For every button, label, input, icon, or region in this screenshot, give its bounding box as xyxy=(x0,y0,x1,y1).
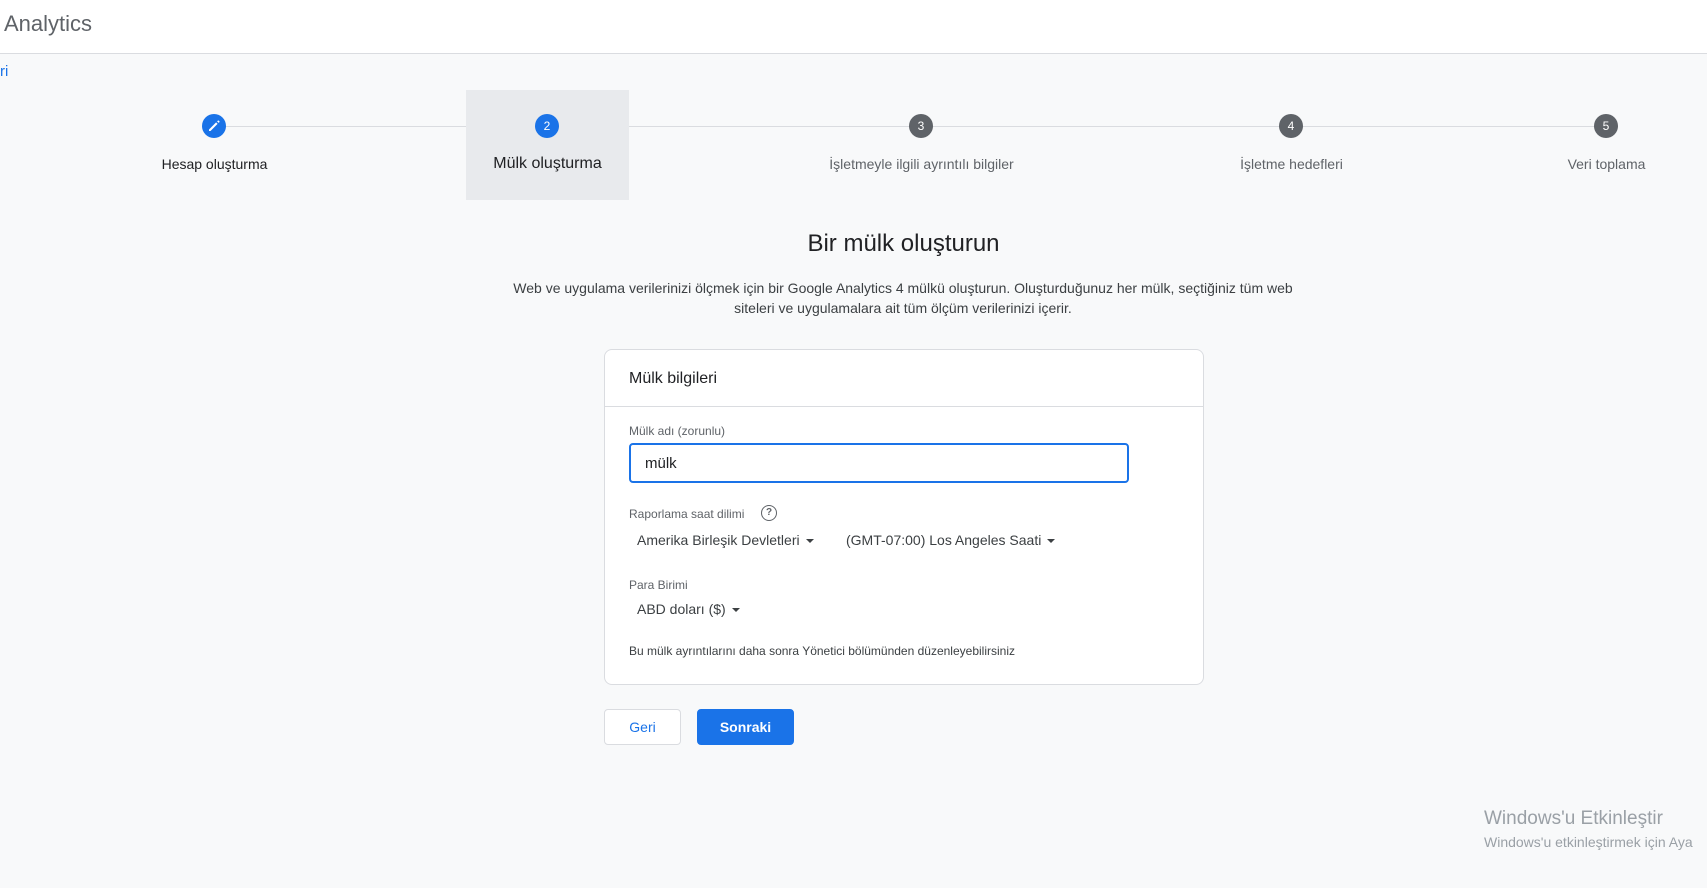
windows-activation-subtitle: Windows'u etkinleştirmek için Aya xyxy=(1484,834,1693,850)
currency-select[interactable]: ABD doları ($) xyxy=(637,601,740,617)
step-number: 5 xyxy=(1594,114,1618,138)
step-business-objectives[interactable]: 4 İşletme hedefleri xyxy=(1210,90,1373,200)
dropdown-arrow-icon xyxy=(731,608,740,613)
back-link[interactable]: ri xyxy=(0,63,8,80)
timezone-select-value: (GMT-07:00) Los Angeles Saati xyxy=(846,532,1042,548)
back-button[interactable]: Geri xyxy=(604,709,681,745)
step-number: 4 xyxy=(1279,114,1303,138)
timezone-select[interactable]: (GMT-07:00) Los Angeles Saati xyxy=(846,532,1056,548)
country-select-value: Amerika Birleşik Devletleri xyxy=(637,532,800,548)
timezone-label: Raporlama saat dilimi xyxy=(629,507,745,521)
step-business-details[interactable]: 3 İşletmeyle ilgili ayrıntılı bilgiler xyxy=(829,90,1014,200)
country-select[interactable]: Amerika Birleşik Devletleri xyxy=(637,532,814,548)
help-circle-icon[interactable]: ? xyxy=(761,505,777,521)
step-account-creation[interactable]: Hesap oluşturma xyxy=(133,90,296,200)
step-property-creation[interactable]: 2 Mülk oluşturma xyxy=(466,90,629,200)
currency-label: Para Birimi xyxy=(629,578,688,592)
property-name-input[interactable] xyxy=(629,443,1129,483)
step-label: Mülk oluşturma xyxy=(493,155,602,172)
currency-select-value: ABD doları ($) xyxy=(637,601,726,617)
page-title: Bir mülk oluşturun xyxy=(807,230,1000,257)
property-name-label: Mülk adı (zorunlu) xyxy=(629,424,726,438)
windows-activation-title: Windows'u Etkinleştir xyxy=(1484,808,1663,829)
pencil-icon xyxy=(202,114,226,138)
dropdown-arrow-icon xyxy=(1047,539,1056,544)
step-label: Veri toplama xyxy=(1567,156,1646,172)
step-data-collection[interactable]: 5 Veri toplama xyxy=(1525,90,1688,200)
page-description: Web ve uygulama verilerinizi ölçmek için… xyxy=(513,280,1293,316)
property-details-card: Mülk bilgileri Mülk adı (zorunlu) Raporl… xyxy=(604,349,1204,685)
app-title[interactable]: Analytics xyxy=(4,11,92,37)
edit-later-hint: Bu mülk ayrıntılarını daha sonra Yönetic… xyxy=(629,644,1015,658)
top-bar: Analytics xyxy=(0,0,1707,54)
step-label: İşletme hedefleri xyxy=(1240,156,1343,172)
next-button[interactable]: Sonraki xyxy=(697,709,794,745)
step-label: İşletmeyle ilgili ayrıntılı bilgiler xyxy=(829,156,1014,172)
card-header: Mülk bilgileri xyxy=(605,350,1203,407)
progress-stepper: Hesap oluşturma 2 Mülk oluşturma 3 İşlet… xyxy=(0,90,1707,200)
dropdown-arrow-icon xyxy=(805,539,814,544)
step-label: Hesap oluşturma xyxy=(161,156,268,172)
step-number: 3 xyxy=(909,114,933,138)
step-number: 2 xyxy=(535,114,559,138)
